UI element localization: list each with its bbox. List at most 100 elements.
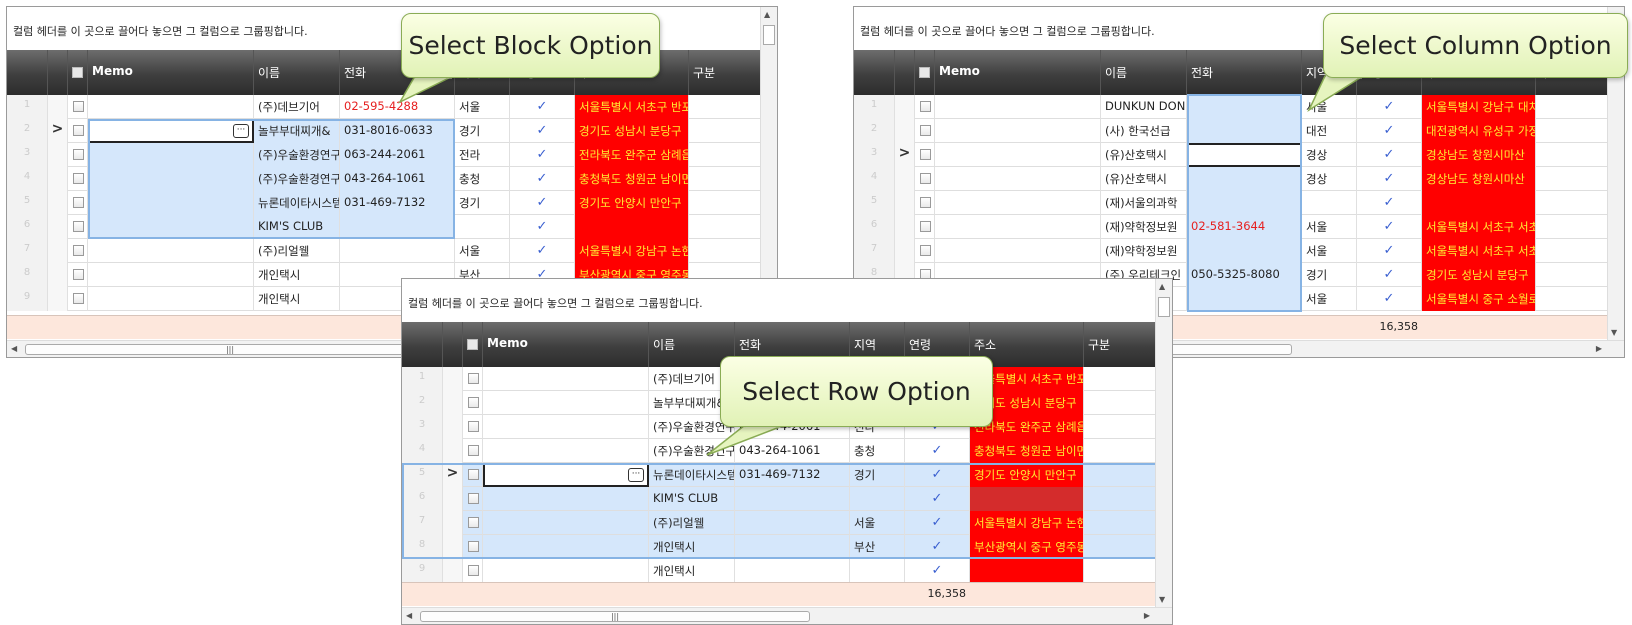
- phone-cell[interactable]: 063-244-2061: [340, 143, 455, 167]
- row-checkbox[interactable]: [468, 517, 479, 528]
- header-select-all[interactable]: [915, 50, 935, 95]
- address-cell[interactable]: 서울특별시 서초구 서초동: [1422, 215, 1536, 239]
- category-cell[interactable]: [1084, 367, 1157, 391]
- region-cell[interactable]: 전라: [455, 143, 510, 167]
- category-cell[interactable]: [1536, 95, 1609, 119]
- phone-cell[interactable]: [735, 559, 850, 583]
- row-checkbox[interactable]: [468, 421, 479, 432]
- phone-cell[interactable]: 031-8016-0633: [340, 119, 455, 143]
- row-checkbox-cell[interactable]: [463, 439, 483, 463]
- row-checkbox-cell[interactable]: [915, 167, 935, 191]
- row-checkbox-cell[interactable]: [68, 95, 88, 119]
- region-cell[interactable]: [850, 559, 905, 583]
- category-cell[interactable]: [689, 167, 762, 191]
- select-all-checkbox[interactable]: [919, 67, 930, 78]
- category-cell[interactable]: [1084, 511, 1157, 535]
- name-cell[interactable]: (주)우술환경연구: [254, 167, 340, 191]
- scroll-thumb[interactable]: [763, 25, 775, 45]
- name-cell[interactable]: 뉴론데이타시스템: [254, 191, 340, 215]
- region-cell[interactable]: [850, 487, 905, 511]
- region-cell[interactable]: 충청: [850, 439, 905, 463]
- category-cell[interactable]: [1084, 559, 1157, 583]
- hscroll-thumb[interactable]: |||: [25, 344, 435, 355]
- header-memo[interactable]: Memo: [483, 322, 649, 367]
- memo-cell[interactable]: [88, 191, 254, 215]
- memo-cell[interactable]: [88, 95, 254, 119]
- region-cell[interactable]: 경기: [1302, 263, 1357, 287]
- row-checkbox[interactable]: [73, 245, 84, 256]
- memo-cell-editor[interactable]: ···: [88, 119, 254, 143]
- row-checkbox[interactable]: [920, 245, 931, 256]
- address-cell[interactable]: 전라북도 완주군 삼례읍: [575, 143, 689, 167]
- name-cell[interactable]: 개인택시: [649, 535, 735, 559]
- name-cell[interactable]: (주)리얼웰: [649, 511, 735, 535]
- category-cell[interactable]: [689, 143, 762, 167]
- row-checkbox-cell[interactable]: [463, 415, 483, 439]
- address-cell[interactable]: 경기도 성남시 분당구: [1422, 263, 1536, 287]
- address-cell[interactable]: 경기도 안양시 만안구: [575, 191, 689, 215]
- table-row[interactable]: 4 (주)우술환경연구 043-264-1061 충청 ✓ 충청북도 청원군 남…: [7, 167, 762, 191]
- row-checkbox-cell[interactable]: [915, 191, 935, 215]
- row-checkbox[interactable]: [73, 101, 84, 112]
- category-cell[interactable]: [1536, 215, 1609, 239]
- memo-cell[interactable]: [483, 367, 649, 391]
- name-cell[interactable]: KIM'S CLUB: [649, 487, 735, 511]
- row-checkbox[interactable]: [920, 149, 931, 160]
- category-cell[interactable]: [1084, 463, 1157, 487]
- name-cell[interactable]: (유)산호택시: [1101, 167, 1187, 191]
- name-cell[interactable]: (재)서울의과학: [1101, 191, 1187, 215]
- address-cell[interactable]: 서울특별시 강남구 대치동: [1422, 95, 1536, 119]
- table-row[interactable]: 4 (유)산호택시 경상 ✓ 경상남도 창원시마산: [854, 167, 1609, 191]
- row-checkbox-cell[interactable]: [68, 287, 88, 311]
- phone-cell[interactable]: [1187, 167, 1302, 191]
- category-cell[interactable]: [1536, 287, 1609, 311]
- category-cell[interactable]: [1084, 415, 1157, 439]
- address-cell[interactable]: 경기도 안양시 만안구: [970, 463, 1084, 487]
- category-cell[interactable]: [689, 95, 762, 119]
- row-checkbox-cell[interactable]: [463, 511, 483, 535]
- table-row[interactable]: 1 DUNKUN DON 서울 ✓ 서울특별시 강남구 대치동: [854, 95, 1609, 119]
- region-cell[interactable]: 충청: [455, 167, 510, 191]
- memo-cell-editor[interactable]: ···: [483, 463, 649, 487]
- table-row[interactable]: 7 (주)리얼웰 서울 ✓ 서울특별시 강남구 논현동: [402, 511, 1157, 535]
- category-cell[interactable]: [1536, 167, 1609, 191]
- memo-cell[interactable]: [935, 95, 1101, 119]
- memo-cell[interactable]: [88, 263, 254, 287]
- table-row[interactable]: 7 (주)리얼웰 서울 ✓ 서울특별시 강남구 논현동: [7, 239, 762, 263]
- memo-cell[interactable]: [88, 143, 254, 167]
- memo-cell[interactable]: [935, 191, 1101, 215]
- row-checkbox[interactable]: [920, 125, 931, 136]
- address-cell[interactable]: 서울특별시 서초구 서초동: [1422, 239, 1536, 263]
- memo-cell[interactable]: [483, 391, 649, 415]
- name-cell[interactable]: 개인택시: [254, 287, 340, 311]
- table-row[interactable]: 6 (재)약학정보원 02-581-3644 서울 ✓ 서울특별시 서초구 서초…: [854, 215, 1609, 239]
- row-checkbox[interactable]: [73, 197, 84, 208]
- row-checkbox[interactable]: [73, 125, 84, 136]
- table-row[interactable]: 5 뉴론데이타시스템 031-469-7132 경기 ✓ 경기도 안양시 만안구: [7, 191, 762, 215]
- category-cell[interactable]: [689, 191, 762, 215]
- vertical-scrollbar[interactable]: ▲ ▼: [1155, 279, 1172, 607]
- category-cell[interactable]: [1536, 143, 1609, 167]
- name-cell[interactable]: (주)리얼웰: [254, 239, 340, 263]
- name-cell[interactable]: (재)약학정보원: [1101, 239, 1187, 263]
- row-checkbox[interactable]: [468, 397, 479, 408]
- table-row[interactable]: 3 (주)우술환경연구 063-244-2061 전라 ✓ 전라북도 완주군 삼…: [7, 143, 762, 167]
- phone-cell[interactable]: [735, 511, 850, 535]
- memo-cell[interactable]: [483, 559, 649, 583]
- category-cell[interactable]: [1536, 239, 1609, 263]
- phone-cell[interactable]: 031-469-7132: [735, 463, 850, 487]
- address-cell[interactable]: [575, 215, 689, 239]
- hscroll-thumb[interactable]: |||: [420, 611, 810, 622]
- phone-cell[interactable]: [1187, 191, 1302, 215]
- header-select-all[interactable]: [68, 50, 88, 95]
- category-cell[interactable]: [1084, 439, 1157, 463]
- phone-cell[interactable]: [1187, 287, 1302, 311]
- address-cell[interactable]: 서울특별시 중구 소월로: [1422, 287, 1536, 311]
- table-row[interactable]: 8 개인택시 부산 ✓ 부산광역시 중구 영주동: [402, 535, 1157, 559]
- region-cell[interactable]: 서울: [1302, 287, 1357, 311]
- row-checkbox-cell[interactable]: [915, 143, 935, 167]
- phone-cell[interactable]: [1187, 119, 1302, 143]
- region-cell[interactable]: 경상: [1302, 143, 1357, 167]
- scroll-up-icon[interactable]: ▲: [764, 10, 770, 19]
- memo-cell[interactable]: [88, 239, 254, 263]
